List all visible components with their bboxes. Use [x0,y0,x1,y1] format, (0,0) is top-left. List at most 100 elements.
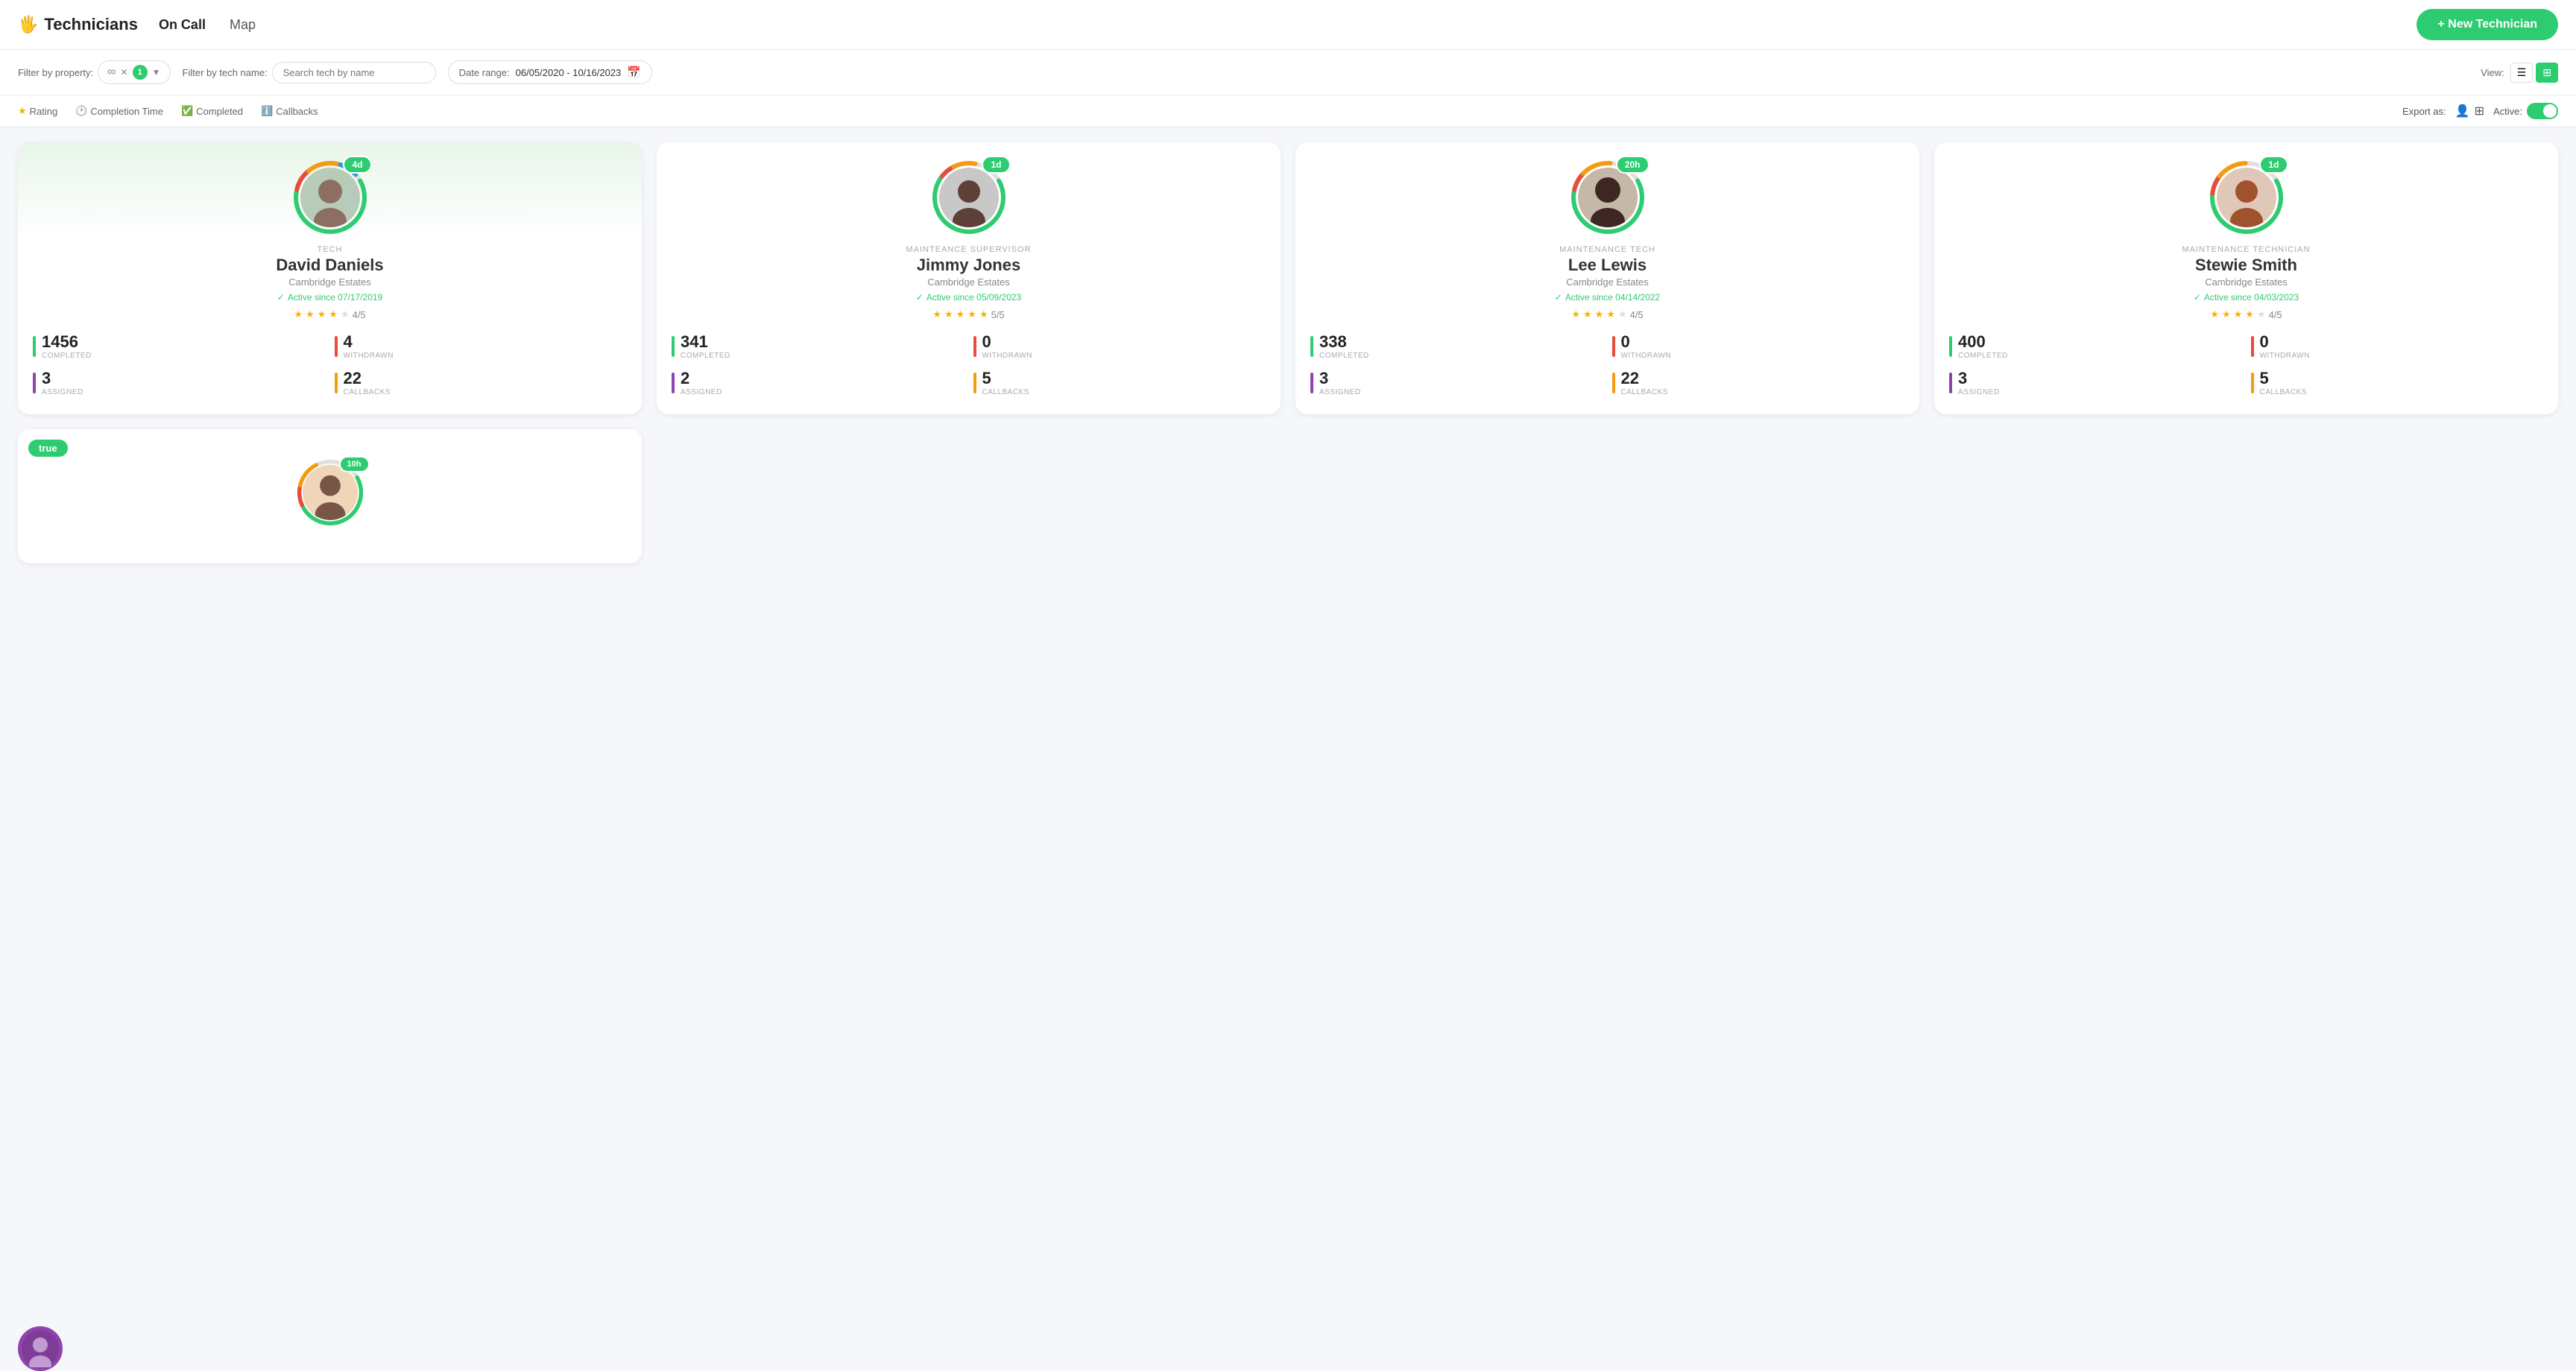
assigned-bar-1 [33,373,36,393]
avatar-img-2 [939,168,999,227]
top-bar: 🖐️ Technicians On Call Map + New Technic… [0,0,2576,50]
technician-card-4[interactable]: 1d MAINTENANCE TECHNICIAN Stewie Smith C… [1934,142,2558,414]
assigned-label-1: ASSIGNED [42,388,83,396]
property-chevron-icon[interactable]: ▼ [152,67,161,77]
completed-bar-1 [33,336,36,357]
nav-map[interactable]: Map [224,14,262,36]
calendar-icon[interactable]: 📅 [627,66,641,79]
bottom-card-1[interactable]: true 10h [18,429,642,563]
callbacks-bar-3 [1612,373,1615,393]
star-3-2: ★ [1583,308,1592,320]
active-toggle-group: Active: [2493,103,2558,119]
assigned-stat-1: 3 ASSIGNED [33,369,326,396]
tech-name-2: Jimmy Jones [672,256,1266,275]
clock-icon: 🕐 [75,105,87,117]
bottom-avatar-wrapper: 10h [297,459,364,526]
callbacks-label-3: CALLBACKS [1621,388,1668,396]
completed-item-4: 400 COMPLETED [1958,332,2008,360]
list-view-button[interactable]: ☰ [2510,63,2534,83]
withdrawn-number-4: 0 [2260,332,2310,352]
assigned-stat-4: 3 ASSIGNED [1949,369,2242,396]
tech-name-4: Stewie Smith [1949,256,2543,275]
assigned-label-2: ASSIGNED [681,388,722,396]
bottom-left-avatar[interactable] [18,1326,63,1371]
active-check-icon-2: ✓ [916,292,924,303]
active-since-3: ✓ Active since 04/14/2022 [1310,292,1904,303]
sort-bar: ★ Rating 🕐 Completion Time ✅ Completed ℹ… [0,95,2576,127]
callbacks-item-1: 22 CALLBACKS [344,369,391,396]
bottom-placeholder-2 [657,429,1281,563]
filter-remove-icon[interactable]: ✕ [121,67,128,77]
sort-callbacks[interactable]: ℹ️ Callbacks [261,105,318,117]
star-2-1: ★ [932,308,941,320]
star-icon: ★ [18,105,27,117]
nav-on-call[interactable]: On Call [153,14,212,36]
assigned-item-2: 2 ASSIGNED [681,369,722,396]
sort-rating-label: Rating [30,106,58,117]
info-icon: ℹ️ [261,105,273,117]
star-4-4: ★ [2245,308,2254,320]
avatar-section-2: 1d [672,160,1266,235]
export-grid-icon[interactable]: ⊞ [2475,104,2484,118]
sort-completion-time[interactable]: 🕐 Completion Time [75,105,163,117]
star-1-2: ★ [306,308,315,320]
completed-item-1: 1456 COMPLETED [42,332,92,360]
export-person-icon[interactable]: 👤 [2455,104,2470,118]
callbacks-stat-3: 22 CALLBACKS [1612,369,1905,396]
technician-card-1[interactable]: 4d TECH David Daniels Cambridge Estates … [18,142,642,414]
tech-name-3: Lee Lewis [1310,256,1904,275]
grid-view-button[interactable]: ⊞ [2536,63,2558,83]
timer-badge-2: 1d [982,156,1010,174]
avatar-img-4 [2217,168,2276,227]
withdrawn-label-1: WITHDRAWN [344,352,394,360]
rating-text-1: 4/5 [353,309,366,320]
callbacks-number-4: 5 [2260,369,2307,388]
completed-stat-3: 338 COMPLETED [1310,332,1603,360]
export-area: Export as: 👤 ⊞ Active: [2402,103,2558,119]
view-icons: ☰ ⊞ [2510,63,2558,83]
completed-stat-1: 1456 COMPLETED [33,332,326,360]
view-label: View: [2481,67,2504,78]
withdrawn-stat-3: 0 WITHDRAWN [1612,332,1905,360]
completed-label-1: COMPLETED [42,352,92,360]
completed-number-3: 338 [1319,332,1369,352]
technician-card-2[interactable]: 1d MAINTEANCE SUPERVISOR Jimmy Jones Cam… [657,142,1281,414]
logo-icon: 🖐️ [18,15,38,34]
completed-stat-4: 400 COMPLETED [1949,332,2242,360]
avatar-wrapper-1: 4d [293,160,367,235]
completed-label-4: COMPLETED [1958,352,2008,360]
new-technician-button[interactable]: + New Technician [2416,9,2558,40]
withdrawn-number-2: 0 [982,332,1032,352]
assigned-item-4: 3 ASSIGNED [1958,369,2000,396]
timer-badge-3: 20h [1616,156,1650,174]
assigned-item-1: 3 ASSIGNED [42,369,83,396]
sort-completion-label: Completion Time [90,106,163,117]
bottom-row-cards: true 10h [0,429,2576,578]
sort-completed[interactable]: ✅ Completed [181,105,243,117]
callbacks-label-1: CALLBACKS [344,388,391,396]
completed-number-1: 1456 [42,332,92,352]
tech-role-2: MAINTEANCE SUPERVISOR [672,245,1266,254]
completed-item-2: 341 COMPLETED [681,332,730,360]
filter-bar: Filter by property: ∞ ✕ 1 ▼ Filter by te… [0,50,2576,95]
bottom-avatar-img [303,465,358,520]
tech-location-1: Cambridge Estates [33,276,627,288]
bottom-placeholder-3 [1295,429,1919,563]
callbacks-label-4: CALLBACKS [2260,388,2307,396]
tech-role-4: MAINTENANCE TECHNICIAN [1949,245,2543,254]
technician-card-3[interactable]: 20h MAINTENANCE TECH Lee Lewis Cambridge… [1295,142,1919,414]
star-2-5: ★ [979,308,988,320]
date-range-box[interactable]: Date range: 06/05/2020 - 10/16/2023 📅 [448,60,652,84]
completed-number-4: 400 [1958,332,2008,352]
avatar-img-1 [300,168,360,227]
export-icons: 👤 ⊞ [2455,104,2484,118]
active-toggle-switch[interactable] [2527,103,2558,119]
callbacks-item-3: 22 CALLBACKS [1621,369,1668,396]
stats-grid-4: 400 COMPLETED 0 WITHDRAWN 3 ASSIGNED [1949,332,2543,396]
filter-tech-name-group: Filter by tech name: [183,62,436,83]
tech-name-input[interactable] [272,62,436,83]
stars-row-4: ★ ★ ★ ★ ★ 4/5 [1949,308,2543,320]
withdrawn-label-4: WITHDRAWN [2260,352,2310,360]
star-2-4: ★ [967,308,976,320]
sort-rating[interactable]: ★ Rating [18,105,57,117]
